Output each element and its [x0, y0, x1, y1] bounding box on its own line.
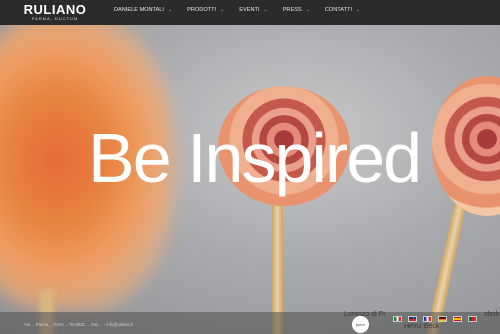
flag-portuguese-icon[interactable] [468, 316, 477, 322]
nav-item-prodotti[interactable]: PRODOTTI ⌄ [187, 0, 224, 25]
chevron-down-icon: ⌄ [263, 7, 268, 13]
chevron-down-icon: ⌄ [220, 7, 225, 13]
flag-english-icon[interactable] [408, 316, 417, 322]
nav-item-press[interactable]: PRESS ⌄ [283, 0, 310, 25]
chevron-down-icon: ⌄ [167, 7, 173, 13]
nav-label: EVENTI [239, 7, 260, 13]
nav-item-daniele-montali[interactable]: DANIELE MONTALI ⌄ [114, 0, 172, 25]
footer-credit-text-tail: sfedra [484, 311, 500, 318]
chevron-down-icon: ⌄ [305, 7, 310, 13]
prosciutto-rose [432, 76, 500, 216]
parco-badge-logo[interactable]: parco [352, 316, 369, 333]
flag-italian-icon[interactable] [393, 316, 402, 322]
footer-company-info: Via ... Parma ... P.IVA ... Tel 0521 ...… [24, 322, 134, 327]
chevron-down-icon: ⌄ [356, 7, 361, 13]
flag-spanish-icon[interactable] [453, 316, 462, 322]
brand-logo[interactable]: RULIANO PARMA, DUCTUM [20, 3, 90, 22]
nav-item-eventi[interactable]: EVENTI ⌄ [239, 0, 267, 25]
nav-label: PRODOTTI [187, 7, 217, 13]
brand-name: RULIANO [23, 2, 87, 17]
hero-headline: Be Inspired [88, 119, 422, 197]
language-switcher [393, 316, 483, 322]
parco-badge-text: parco [355, 322, 366, 327]
nav-label: DANIELE MONTALI [114, 7, 164, 13]
nav-label: CONTATTI [324, 7, 352, 13]
flag-german-icon[interactable] [438, 316, 447, 322]
top-navbar: RULIANO PARMA, DUCTUM DANIELE MONTALI ⌄ P… [0, 0, 500, 25]
flag-french-icon[interactable] [423, 316, 432, 322]
main-nav: DANIELE MONTALI ⌄ PRODOTTI ⌄ EVENTI ⌄ PRESS… [114, 0, 375, 25]
footer-credit-name: Heinz Beck [404, 323, 440, 330]
nav-label: PRESS [282, 7, 302, 13]
nav-item-contatti[interactable]: CONTATTI ⌄ [325, 0, 360, 25]
